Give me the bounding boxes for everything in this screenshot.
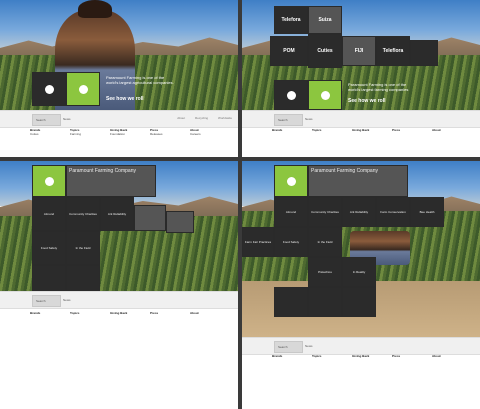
footer-col-topics: Topics <box>312 354 322 358</box>
footer-col-about: About <box>190 311 199 315</box>
search-button[interactable]: Search <box>32 295 61 307</box>
panel-bottom-left: Paramount Farming Company Almond Communi… <box>0 161 238 409</box>
footer-col-press: Press <box>392 128 401 132</box>
footer: Brands Cuties Topics Farming Giving Back Fo… <box>0 128 238 136</box>
grid-tile-in-field[interactable]: In the Field <box>66 231 100 265</box>
grid-tile-pistachios[interactable]: Pistachios <box>308 257 342 287</box>
hero-tagline: Paramount Farming is one of the world's … <box>348 82 409 92</box>
paramount-logo-icon <box>286 176 296 186</box>
brand-tile-pom[interactable]: POM <box>270 36 308 66</box>
news-button[interactable]: News <box>60 295 87 305</box>
footer-col-giving: Giving Back <box>352 128 370 132</box>
brand-logo-icon <box>286 90 296 100</box>
grid-tile-community[interactable]: Community Charities <box>308 197 342 227</box>
brand-logo-icon <box>44 84 54 94</box>
paramount-logo-icon <box>44 176 54 186</box>
company-intro-tile: Paramount Farming Company <box>308 165 408 197</box>
grid-tile-in-field[interactable]: In the Field <box>308 227 342 257</box>
news-button[interactable]: News <box>60 114 87 124</box>
brand-tile-teleflora[interactable]: Teleflora <box>376 36 410 66</box>
news-button[interactable]: News <box>302 114 329 124</box>
footer: Brands Topics Giving Back Press About <box>242 354 480 358</box>
brand-tile[interactable] <box>274 80 308 110</box>
footer-col-topics: Topics <box>312 128 322 132</box>
search-button[interactable]: Search <box>32 114 61 126</box>
brand-tile-telefora[interactable]: Telefora <box>274 6 308 34</box>
grid-tile-food-safety[interactable]: Food Safety <box>32 231 66 265</box>
hero-tagline: Paramount Farming is one of the world's … <box>106 75 174 85</box>
company-intro-tile: Paramount Farming Company <box>66 165 156 197</box>
grid-tile-food-safety[interactable]: Food Safety <box>274 227 308 257</box>
hero-link[interactable]: See how we roll <box>348 98 386 104</box>
paramount-logo-tile[interactable] <box>66 72 100 106</box>
brand-tile[interactable] <box>32 72 66 106</box>
footer-col-press: Press <box>392 354 401 358</box>
footer-col-brands: Brands <box>272 354 283 358</box>
grid-tile-fair-practices[interactable]: Farm Fair Practices <box>242 227 274 257</box>
paramount-logo-tile[interactable] <box>32 165 66 197</box>
footer-col-press: Press <box>150 311 159 315</box>
company-name: Paramount Farming Company <box>69 168 136 174</box>
search-button[interactable]: Search <box>274 341 303 353</box>
grid-tile-almond[interactable]: Almond <box>32 197 66 231</box>
grid-tile-conservation[interactable]: Farm Conservation <box>376 197 410 227</box>
grid-tile-almond[interactable]: Almond <box>274 197 308 227</box>
footer-col-brands: Brands Cuties <box>30 128 41 136</box>
footer-col-giving: Giving Back <box>352 354 370 358</box>
panel-bottom-right: Paramount Farming Company Almond Communi… <box>242 161 480 409</box>
footer-col-giving: Giving Back <box>110 311 128 315</box>
footer-col-giving: Giving Back Foundation <box>110 128 128 136</box>
grid-tile-reality[interactable]: In Reality <box>342 257 376 287</box>
panel-top-left: Paramount Farming is one of the world's … <box>0 0 238 157</box>
grid-tile-blank-3[interactable] <box>342 287 376 317</box>
brand-tile-extra[interactable] <box>410 40 438 66</box>
company-name: Paramount Farming Company <box>311 168 378 174</box>
grid-tile-extra[interactable] <box>166 211 194 233</box>
nav-link-recycling[interactable]: Recycling <box>195 116 208 120</box>
grid-tile-teleflora[interactable] <box>134 205 166 231</box>
grid-tile-blank-1[interactable] <box>274 287 308 317</box>
footer-col-topics: Topics <box>70 311 80 315</box>
paramount-logo-icon <box>78 84 88 94</box>
hero-link[interactable]: See how we roll <box>106 96 144 102</box>
grid-tile-reliability[interactable]: Ark Reliability <box>100 197 134 231</box>
footer-col-about: About <box>432 354 441 358</box>
footer-col-topics: Topics Farming <box>70 128 82 136</box>
nav-link-worldwide[interactable]: Worldwide <box>218 116 232 120</box>
nav-link-about[interactable]: About <box>177 116 185 120</box>
footer: Brands Topics Giving Back Press About <box>242 128 480 132</box>
grid-tile-community[interactable]: Community Charities <box>66 197 100 231</box>
search-button[interactable]: Search <box>274 114 303 126</box>
paramount-logo-tile[interactable] <box>274 165 308 197</box>
grid-tile-blank-1[interactable] <box>32 265 66 291</box>
brand-tile-fiji[interactable]: FIJI <box>342 36 376 66</box>
news-button[interactable]: News <box>302 341 329 351</box>
nav-bar: Search News About Recycling Worldwide <box>0 110 238 128</box>
grid-tile-reliability[interactable]: Ark Reliability <box>342 197 376 227</box>
brand-tile-suiza[interactable]: Suiza <box>308 6 342 34</box>
footer-col-brands: Brands <box>30 311 41 315</box>
panel-top-right: Telefora Suiza POM Cuties FIJI Teleflora… <box>242 0 480 157</box>
grid-tile-blank-2[interactable] <box>308 287 342 317</box>
farmer-hat <box>78 0 112 18</box>
nav-bar: Search News <box>242 110 480 128</box>
paramount-logo-icon <box>320 90 330 100</box>
footer-col-about: About <box>432 128 441 132</box>
footer-col-press: Press Releases <box>150 128 163 136</box>
grid-tile-blank-2[interactable] <box>66 265 100 291</box>
footer: Brands Topics Giving Back Press About <box>0 311 238 315</box>
nav-bar: Search News <box>0 291 238 309</box>
paramount-logo-tile[interactable] <box>308 80 342 110</box>
footer-col-brands: Brands <box>272 128 283 132</box>
brand-tile-cuties[interactable]: Cuties <box>308 34 342 68</box>
nav-bar: Search News <box>242 337 480 355</box>
nav-links: About Recycling Worldwide <box>177 116 232 120</box>
footer-col-about: About Careers <box>190 128 201 136</box>
grid-tile-bee-health[interactable]: Bee Health <box>410 197 444 227</box>
